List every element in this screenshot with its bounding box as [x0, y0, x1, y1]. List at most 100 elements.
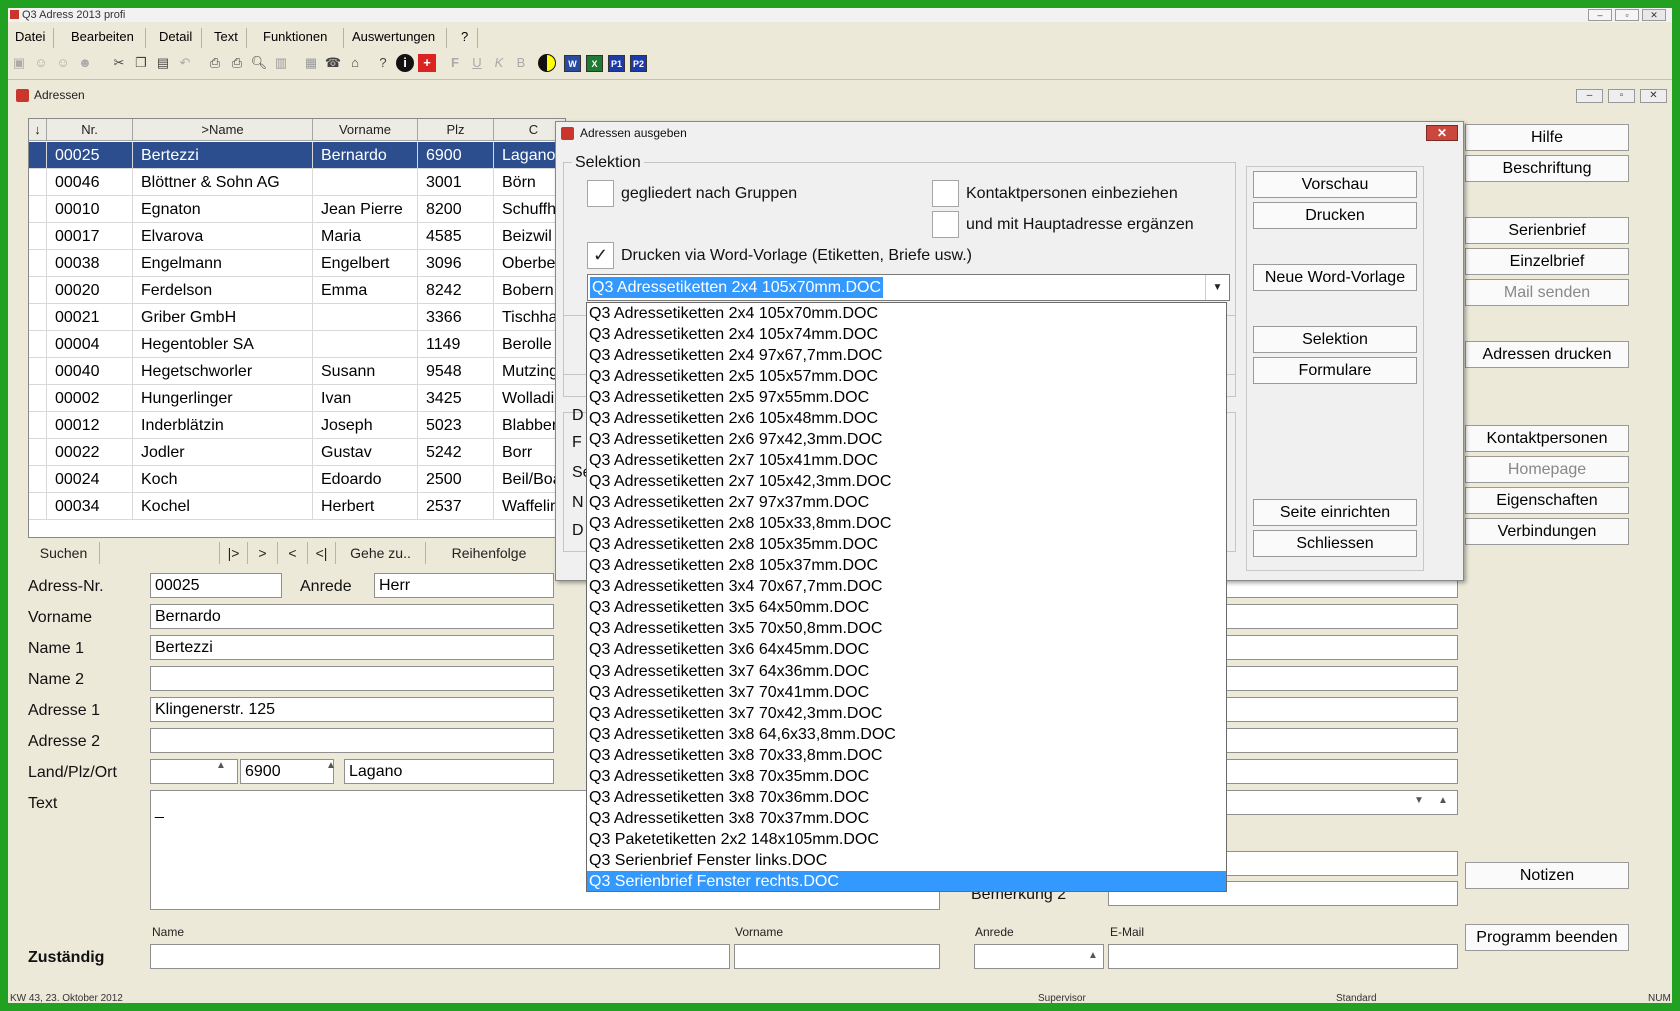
word-checkbox[interactable]: ✓	[587, 242, 614, 269]
user-add-icon[interactable]: ☺	[32, 54, 50, 72]
last-record-button[interactable]: <|	[308, 542, 336, 564]
phone-icon[interactable]: ☎	[324, 54, 342, 72]
close-button[interactable]: ✕	[1642, 9, 1666, 21]
vorname-field[interactable]: Bernardo	[150, 604, 554, 629]
drucken-button[interactable]: Drucken	[1253, 202, 1417, 229]
menu-detail[interactable]: Detail	[154, 28, 202, 48]
name2-field[interactable]	[150, 666, 554, 691]
menu-auswertungen[interactable]: Auswertungen	[347, 28, 447, 48]
mail-senden-button[interactable]: Mail senden	[1465, 279, 1629, 306]
right-select-up-icon[interactable]: ▲	[1438, 795, 1448, 806]
seite-einrichten-button[interactable]: Seite einrichten	[1253, 499, 1417, 526]
table-row[interactable]: 00038 Engelmann Engelbert 3096 Oberbel	[29, 250, 565, 277]
col-header-plz[interactable]: Plz	[418, 119, 494, 141]
contrast-icon[interactable]	[538, 54, 556, 72]
schliessen-button[interactable]: Schliessen	[1253, 530, 1417, 557]
sub-minimize-button[interactable]: –	[1576, 89, 1603, 103]
dropdown-option[interactable]: Q3 Adressetiketten 2x7 105x41mm.DOC	[587, 450, 1226, 471]
adressen-drucken-button[interactable]: Adressen drucken	[1465, 341, 1629, 368]
dropdown-option[interactable]: Q3 Adressetiketten 2x4 97x67,7mm.DOC	[587, 345, 1226, 366]
notizen-button[interactable]: Notizen	[1465, 862, 1629, 889]
verbindungen-button[interactable]: Verbindungen	[1465, 518, 1629, 545]
kontaktpersonen-button[interactable]: Kontaktpersonen	[1465, 425, 1629, 452]
adresse1-field[interactable]: Klingenerstr. 125	[150, 697, 554, 722]
user-group-icon[interactable]: ☻	[76, 54, 94, 72]
table-row[interactable]: 00004 Hegentobler SA 1149 Berolle	[29, 331, 565, 358]
swiss-flag-icon[interactable]: +	[418, 54, 436, 72]
dropdown-option[interactable]: Q3 Adressetiketten 3x6 64x45mm.DOC	[587, 639, 1226, 660]
dropdown-option[interactable]: Q3 Adressetiketten 2x8 105x35mm.DOC	[587, 534, 1226, 555]
cut-icon[interactable]: ✂	[110, 54, 128, 72]
print-icon[interactable]: ⎙	[206, 54, 224, 72]
undo-icon[interactable]: ↶	[176, 54, 194, 72]
first-record-button[interactable]: |>	[220, 542, 248, 564]
adress-nr-field[interactable]: 00025	[150, 573, 282, 598]
table-row[interactable]: 00021 Griber GmbH 3366 Tischhau	[29, 304, 565, 331]
chevron-down-icon[interactable]: ▼	[1205, 275, 1229, 300]
italic-icon[interactable]: K	[490, 54, 508, 72]
save-icon[interactable]: ▣	[10, 54, 28, 72]
dialog-close-button[interactable]: ✕	[1426, 125, 1458, 141]
zustaendig-vorname-field[interactable]	[734, 944, 940, 969]
dropdown-option[interactable]: Q3 Adressetiketten 2x5 105x57mm.DOC	[587, 366, 1226, 387]
neue-word-vorlage-button[interactable]: Neue Word-Vorlage	[1253, 264, 1417, 291]
word-template-combo[interactable]: Q3 Adressetiketten 2x4 105x70mm.DOC ▼	[587, 274, 1230, 301]
ort-field[interactable]: Lagano	[344, 759, 554, 784]
dropdown-option[interactable]: Q3 Adressetiketten 3x7 70x42,3mm.DOC	[587, 703, 1226, 724]
dropdown-option[interactable]: Q3 Serienbrief Fenster links.DOC	[587, 850, 1226, 871]
table-row[interactable]: 00022 Jodler Gustav 5242 Borr	[29, 439, 565, 466]
menu-funktionen[interactable]: Funktionen	[258, 28, 344, 48]
dropdown-option[interactable]: Q3 Adressetiketten 3x7 64x36mm.DOC	[587, 661, 1226, 682]
eigenschaften-button[interactable]: Eigenschaften	[1465, 487, 1629, 514]
menu-datei[interactable]: Datei	[10, 28, 54, 48]
minimize-button[interactable]: –	[1588, 9, 1612, 21]
anrede-spinner-icon[interactable]: ▲	[1088, 950, 1098, 961]
col-header-vorname[interactable]: Vorname	[313, 119, 418, 141]
dropdown-option[interactable]: Q3 Adressetiketten 2x7 105x42,3mm.DOC	[587, 471, 1226, 492]
table-row[interactable]: 00025 Bertezzi Bernardo 6900 Lagano	[29, 142, 565, 169]
barcode-icon[interactable]: ▥	[272, 54, 290, 72]
name1-field[interactable]: Bertezzi	[150, 635, 554, 660]
col-header-nr[interactable]: Nr.	[47, 119, 133, 141]
table-row[interactable]: 00046 Blöttner & Sohn AG 3001 Börn	[29, 169, 565, 196]
dropdown-option[interactable]: Q3 Adressetiketten 3x8 70x35mm.DOC	[587, 766, 1226, 787]
next-record-button[interactable]: >	[248, 542, 278, 564]
strike-icon[interactable]: B	[512, 54, 530, 72]
anrede-field[interactable]: Herr	[374, 573, 554, 598]
sub-maximize-button[interactable]: ▫	[1608, 89, 1635, 103]
programm-beenden-button[interactable]: Programm beenden	[1465, 924, 1629, 951]
zustaendig-anrede-field[interactable]	[974, 944, 1104, 969]
home-icon[interactable]: ⌂	[346, 54, 364, 72]
serienbrief-button[interactable]: Serienbrief	[1465, 217, 1629, 244]
info-icon[interactable]: i	[396, 54, 414, 72]
paste-icon[interactable]: ▤	[154, 54, 172, 72]
selektion-button[interactable]: Selektion	[1253, 326, 1417, 353]
zustaendig-email-field[interactable]	[1108, 944, 1458, 969]
dropdown-option[interactable]: Q3 Adressetiketten 3x5 70x50,8mm.DOC	[587, 618, 1226, 639]
gruppen-checkbox[interactable]	[587, 180, 614, 207]
grid-icon[interactable]: ▦	[302, 54, 320, 72]
dropdown-option[interactable]: Q3 Serienbrief Fenster rechts.DOC	[587, 870, 1226, 891]
dropdown-option[interactable]: Q3 Adressetiketten 2x8 105x33,8mm.DOC	[587, 513, 1226, 534]
right-select-chevron-down-icon[interactable]: ▼	[1414, 795, 1424, 806]
bold-icon[interactable]: F	[446, 54, 464, 72]
p2-icon[interactable]: P2	[630, 55, 647, 72]
search-field[interactable]	[100, 542, 220, 564]
excel-icon[interactable]: X	[586, 55, 603, 72]
dropdown-option[interactable]: Q3 Adressetiketten 3x8 70x36mm.DOC	[587, 787, 1226, 808]
table-row[interactable]: 00017 Elvarova Maria 4585 Beizwil	[29, 223, 565, 250]
dropdown-option[interactable]: Q3 Adressetiketten 3x8 70x37mm.DOC	[587, 808, 1226, 829]
dropdown-option[interactable]: Q3 Adressetiketten 2x5 97x55mm.DOC	[587, 387, 1226, 408]
formulare-button[interactable]: Formulare	[1253, 357, 1417, 384]
vorschau-button[interactable]: Vorschau	[1253, 171, 1417, 198]
menu-help[interactable]: ?	[456, 28, 478, 48]
goto-button[interactable]: Gehe zu..	[336, 542, 426, 564]
sub-close-button[interactable]: ✕	[1640, 89, 1667, 103]
table-row[interactable]: 00040 Hegetschworler Susann 9548 Mutzing	[29, 358, 565, 385]
preview-icon[interactable]: 🔍︎	[250, 54, 268, 72]
dropdown-option[interactable]: Q3 Adressetiketten 2x7 97x37mm.DOC	[587, 492, 1226, 513]
dropdown-option[interactable]: Q3 Adressetiketten 3x8 70x33,8mm.DOC	[587, 745, 1226, 766]
table-row[interactable]: 00012 Inderblätzin Joseph 5023 Blabbers	[29, 412, 565, 439]
homepage-button[interactable]: Homepage	[1465, 456, 1629, 483]
dropdown-option[interactable]: Q3 Adressetiketten 3x8 64,6x33,8mm.DOC	[587, 724, 1226, 745]
